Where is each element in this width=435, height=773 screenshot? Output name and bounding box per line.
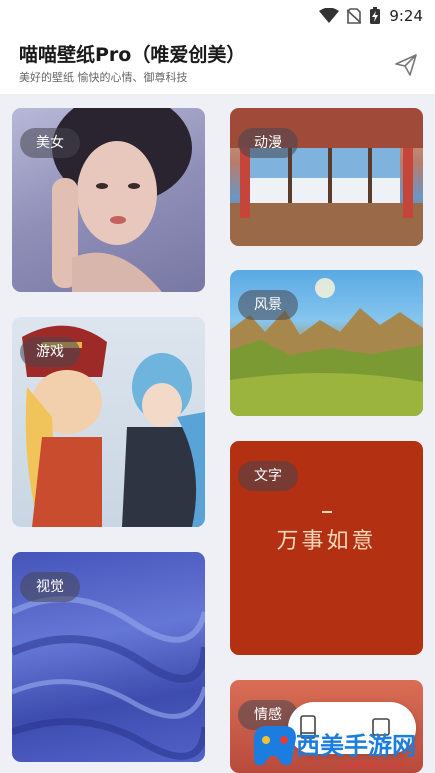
- category-card-visual[interactable]: 视觉: [12, 552, 205, 762]
- status-time: 9:24: [389, 7, 423, 25]
- decor-line: [322, 511, 332, 513]
- wifi-icon: [319, 8, 340, 23]
- page-subtitle: 美好的壁纸 愉快的心情、御尊科技: [19, 71, 188, 84]
- category-card-game[interactable]: 游戏: [12, 317, 205, 527]
- category-card-text[interactable]: 万事如意 文字: [230, 441, 423, 655]
- app-header: 喵喵壁纸Pro（唯爱创美） 美好的壁纸 愉快的心情、御尊科技: [0, 32, 435, 94]
- category-label: 美女: [20, 128, 80, 158]
- status-icons: 9:24: [319, 6, 423, 26]
- category-card-beauty[interactable]: 美女: [12, 108, 205, 292]
- battery-charging-icon: [370, 7, 381, 24]
- category-label: 文字: [238, 461, 298, 491]
- category-card-anime[interactable]: 动漫: [230, 108, 423, 246]
- send-icon[interactable]: [393, 52, 419, 78]
- watermark-text: 西美手游网: [296, 732, 416, 760]
- no-sim-icon: [347, 8, 362, 24]
- page-title: 喵喵壁纸Pro（唯爱创美）: [19, 44, 246, 66]
- category-label: 风景: [238, 290, 298, 320]
- category-label: 视觉: [20, 572, 80, 602]
- status-bar: 9:24: [0, 0, 435, 32]
- category-label: 游戏: [20, 337, 80, 367]
- calligraphy-text: 万事如意: [276, 529, 377, 554]
- category-label: 动漫: [238, 128, 298, 158]
- category-card-scenery[interactable]: 风景: [230, 270, 423, 416]
- watermark-url: hanxm.com: [340, 760, 405, 771]
